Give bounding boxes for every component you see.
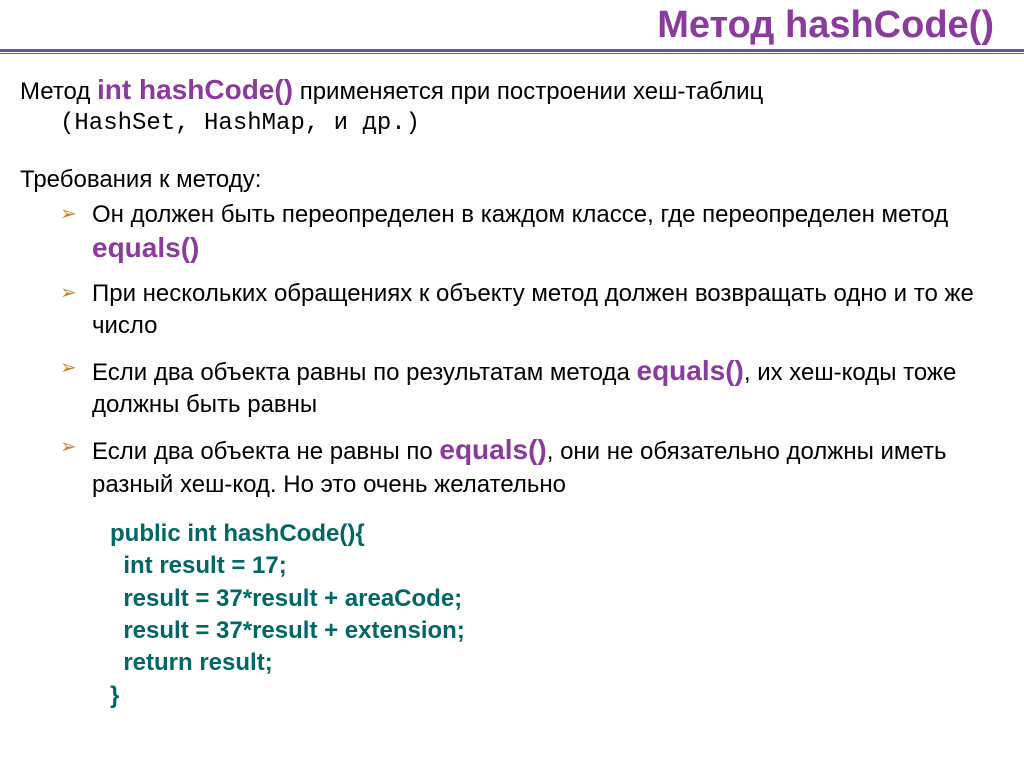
list-item: При нескольких обращениях к объекту мето… — [92, 278, 1004, 340]
code-line: } — [110, 682, 119, 709]
list-item: Если два объекта равны по результатам ме… — [92, 353, 1004, 421]
code-line: return result; — [110, 649, 273, 676]
list-item: Если два объекта не равны по equals(), о… — [92, 432, 1004, 500]
divider-top — [0, 49, 1024, 52]
equals-keyword: equals() — [92, 232, 199, 263]
slide-title: Метод hashCode() — [0, 0, 1024, 47]
code-line: int result = 17; — [110, 552, 287, 579]
equals-keyword: equals() — [439, 434, 546, 465]
intro-pre: Метод — [20, 78, 97, 105]
intro-paragraph: Метод int hashCode() применяется при пос… — [20, 72, 1004, 140]
intro-line2: (HashSet, HashMap, и др.) — [20, 108, 1004, 139]
bullet-text: При нескольких обращениях к объекту мето… — [92, 280, 974, 338]
code-line: result = 37*result + areaCode; — [110, 585, 462, 612]
code-block: public int hashCode(){ int result = 17; … — [110, 518, 1004, 712]
requirements-list: Он должен быть переопределен в каждом кл… — [20, 199, 1004, 500]
bullet-text: Если два объекта не равны по — [92, 438, 439, 465]
bullet-text: Если два объекта равны по результатам ме… — [92, 359, 637, 386]
requirements-title: Требования к методу: — [20, 164, 1004, 195]
code-line: public int hashCode(){ — [110, 520, 365, 547]
content-area: Метод int hashCode() применяется при пос… — [0, 54, 1024, 712]
slide: Метод hashCode() Метод int hashCode() пр… — [0, 0, 1024, 767]
bullet-text: Он должен быть переопределен в каждом кл… — [92, 201, 948, 228]
code-line: result = 37*result + extension; — [110, 617, 465, 644]
list-item: Он должен быть переопределен в каждом кл… — [92, 199, 1004, 267]
equals-keyword: equals() — [637, 355, 744, 386]
intro-post: применяется при построении хеш-таблиц — [293, 78, 763, 105]
intro-method: int hashCode() — [97, 74, 293, 105]
